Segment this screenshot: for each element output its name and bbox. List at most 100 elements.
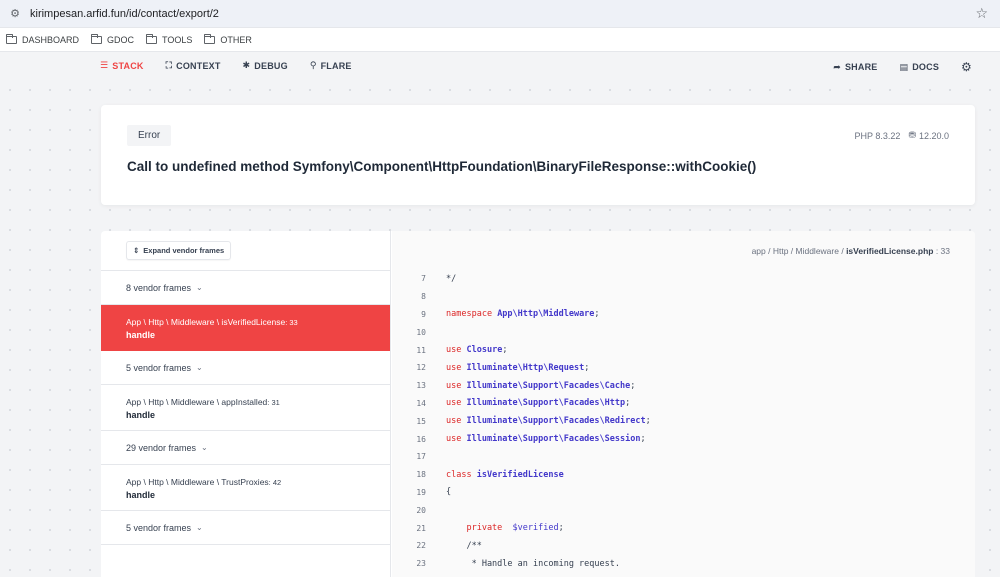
nav-docs[interactable]: ▤ DOCS xyxy=(900,62,940,73)
laravel-icon: ⛃ xyxy=(908,130,916,140)
code-token: ; xyxy=(558,523,564,534)
vendor-frames-toggle[interactable]: 8 vendor frames ⌄ xyxy=(101,271,390,305)
code-text: /** xyxy=(426,540,482,551)
code-token: Illuminate\Support\Facades\Cache xyxy=(466,380,631,391)
error-card: Error PHP 8.3.22 ⛃ 12.20.0 Call to undef… xyxy=(101,105,975,205)
code-token: App\Http\Middleware xyxy=(497,309,595,320)
line-number: 18 xyxy=(416,470,426,480)
frame-function: handle xyxy=(126,330,156,340)
code-line: 20 xyxy=(392,501,975,519)
nav-share[interactable]: ➦ SHARE xyxy=(833,62,877,73)
expand-icon: ⇕ xyxy=(133,246,140,255)
code-text: class isVerifiedLicense xyxy=(426,470,564,480)
code-text: private $verified; xyxy=(426,523,564,534)
nav-flare[interactable]: ⚲ FLARE xyxy=(310,60,352,71)
vendor-frames-toggle[interactable]: 5 vendor frames ⌄ xyxy=(101,511,390,545)
line-number: 16 xyxy=(416,434,426,444)
frame-line: : 42 xyxy=(268,478,282,487)
vendor-frames-toggle[interactable]: 29 vendor frames ⌄ xyxy=(101,431,390,465)
code-line: 22 /** xyxy=(392,537,975,555)
line-number: 23 xyxy=(416,559,426,569)
frames-list: ⇕ Expand vendor frames 8 vendor frames ⌄ A… xyxy=(101,231,391,577)
docs-icon: ▤ xyxy=(899,61,909,72)
code-text: use Illuminate\Support\Facades\Session; xyxy=(426,434,646,444)
nav-debug[interactable]: ✱ DEBUG xyxy=(243,60,288,71)
stack-frame[interactable]: App \ Http \ Middleware \ isVerifiedLice… xyxy=(101,305,390,351)
code-token: $verified xyxy=(512,523,559,534)
frame-line: : 33 xyxy=(285,318,298,327)
stack-frame[interactable]: App \ Http \ Middleware \ appInstalled: … xyxy=(101,385,390,431)
code-token: ; xyxy=(594,309,600,320)
bookmark-other[interactable]: OTHER xyxy=(204,33,252,45)
line-number: 13 xyxy=(416,381,426,391)
code-file-path[interactable]: app / Http / Middleware / isVerifiedLice… xyxy=(752,246,950,256)
code-line: 12 use Illuminate\Http\Request; xyxy=(392,359,975,377)
code-line: 18 class isVerifiedLicense xyxy=(392,466,975,484)
code-token: ; xyxy=(584,362,590,373)
php-version: PHP 8.3.22 xyxy=(854,130,901,141)
error-type-badge: Error xyxy=(127,125,172,146)
code-line: 23 * Handle an incoming request. xyxy=(392,555,975,573)
code-token: use xyxy=(446,380,467,391)
bookmark-star-icon[interactable]: ☆ xyxy=(975,5,988,22)
code-line: 17 xyxy=(392,448,975,466)
code-token: */ xyxy=(446,273,457,284)
code-token: private xyxy=(446,523,513,534)
laravel-version: 12.20.0 xyxy=(918,130,949,141)
code-text: * Handle an incoming request. xyxy=(426,559,620,569)
frame-class: App \ Http \ Middleware \ TrustProxies xyxy=(126,477,269,487)
code-text: use Illuminate\Support\Facades\Http; xyxy=(426,398,630,408)
bookmark-tools[interactable]: TOOLS xyxy=(145,33,192,45)
bookmark-dashboard[interactable]: DASHBOARD xyxy=(5,33,79,45)
frame-class: App \ Http \ Middleware \ isVerifiedLice… xyxy=(126,317,286,327)
stack-frame[interactable]: App \ Http \ Middleware \ TrustProxies: … xyxy=(101,465,390,511)
frame-line: : 31 xyxy=(267,398,280,407)
frame-class: App \ Http \ Middleware \ appInstalled xyxy=(126,397,268,407)
code-text: { xyxy=(426,487,451,497)
code-token: use xyxy=(446,434,467,445)
gear-icon: ⚙ xyxy=(961,60,972,74)
code-text: */ xyxy=(426,274,456,284)
code-token: Closure xyxy=(466,345,503,356)
nav-stack[interactable]: ☰ STACK xyxy=(100,60,144,71)
line-number: 22 xyxy=(416,541,426,551)
frame-function: handle xyxy=(126,490,156,500)
code-token: ; xyxy=(502,345,508,356)
code-line: 8 xyxy=(392,288,975,306)
nav-context[interactable]: ⛶ CONTEXT xyxy=(166,60,221,71)
browser-url-bar[interactable]: ⚙ kirimpesan.arfid.fun/id/contact/export… xyxy=(0,0,1000,28)
code-line: 14 use Illuminate\Support\Facades\Http; xyxy=(392,395,975,413)
folder-icon xyxy=(90,33,103,44)
code-lines: 7 */8 9 namespace App\Http\Middleware; 10 11 u… xyxy=(392,270,975,573)
expand-vendor-frames-button[interactable]: ⇕ Expand vendor frames xyxy=(126,241,232,260)
code-token: /** xyxy=(446,540,482,551)
folder-icon xyxy=(5,33,17,44)
bookmark-gdoc[interactable]: GDOC xyxy=(90,33,134,45)
code-token: namespace xyxy=(446,309,498,320)
line-number: 21 xyxy=(416,523,426,533)
code-token: { xyxy=(446,487,452,498)
line-number: 20 xyxy=(416,505,426,515)
code-token: ; xyxy=(625,398,631,409)
code-line: 9 namespace App\Http\Middleware; xyxy=(392,306,975,324)
ignition-nav: ☰ STACK ⛶ CONTEXT ✱ DEBUG ⚲ FLARE ➦ SHARE ▤ DO… xyxy=(0,52,1000,80)
code-text: use Illuminate\Support\Facades\Redirect; xyxy=(426,416,651,426)
code-token: Illuminate\Support\Facades\Http xyxy=(466,398,626,409)
vendor-frames-toggle[interactable]: 5 vendor frames ⌄ xyxy=(101,351,390,385)
code-text: use Closure; xyxy=(426,345,507,355)
code-token: use xyxy=(446,345,467,356)
settings-button[interactable]: ⚙ xyxy=(961,60,972,74)
site-settings-icon[interactable]: ⚙ xyxy=(8,7,22,21)
line-number: 12 xyxy=(416,363,426,373)
stack-panel: ⇕ Expand vendor frames 8 vendor frames ⌄ A… xyxy=(101,231,975,577)
share-icon: ➦ xyxy=(833,61,841,72)
chevron-down-icon: ⌄ xyxy=(196,283,203,292)
url-text[interactable]: kirimpesan.arfid.fun/id/contact/export/2 xyxy=(30,8,975,20)
line-number: 10 xyxy=(416,327,426,337)
code-token: use xyxy=(446,398,467,409)
flare-icon: ⚲ xyxy=(309,60,317,70)
code-line: 16 use Illuminate\Support\Facades\Session… xyxy=(392,430,975,448)
code-token: ; xyxy=(645,416,651,427)
line-number: 11 xyxy=(416,345,426,355)
bug-icon: ✱ xyxy=(242,60,251,70)
